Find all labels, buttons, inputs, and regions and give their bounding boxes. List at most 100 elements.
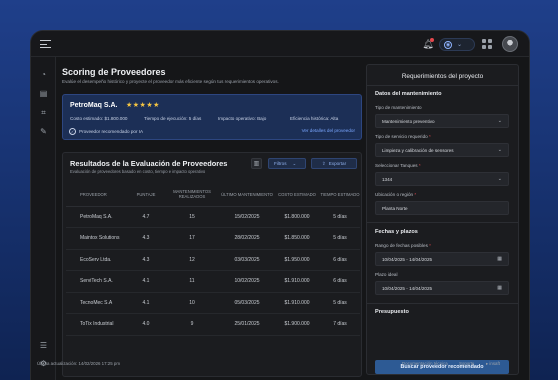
cell-score: 4.0 — [128, 313, 164, 336]
divider — [367, 222, 518, 223]
cell-last-maintenance: 05/03/2025 — [220, 292, 274, 314]
execution-time: Tiempo de ejecución: 5 días — [144, 116, 202, 121]
cell-last-maintenance: 15/02/2025 — [220, 206, 274, 228]
service-type-select[interactable]: Limpieza y calibración de sensores ⌄ — [375, 143, 509, 157]
cell-last-maintenance: 10/02/2025 — [220, 270, 274, 293]
cell-last-maintenance: 28/02/2025 — [220, 227, 274, 250]
cell-supplier: PetroMaq S.A. — [66, 206, 128, 228]
cell-time: 5 días — [320, 206, 360, 228]
chevron-down-icon: ⌄ — [497, 118, 502, 124]
table-header-row: PROVEEDOR PUNTAJE MANTENIMIENTOS REALIZA… — [66, 183, 360, 207]
cell-time: 5 días — [320, 292, 360, 314]
brand-logo: ▸ insaft — [486, 361, 500, 366]
col-header-time[interactable]: TIEMPO ESTIMADO — [320, 183, 360, 207]
cell-maintenances: 17 — [164, 227, 220, 250]
cell-supplier: Maintox Solutions — [66, 227, 128, 250]
ideal-term-label: Plazo ideal — [375, 272, 398, 277]
location-value: Planta Norte — [382, 205, 408, 211]
account-switcher[interactable]: ◉ ⌄ — [439, 38, 475, 51]
ideal-term-input[interactable]: 10/04/2025 - 14/04/2025 ▦ — [375, 281, 509, 295]
col-header-cost[interactable]: COSTO ESTIMADO — [274, 183, 320, 207]
col-header-last-maintenance[interactable]: ÚLTIMO MANTENIMIENTO — [220, 183, 274, 207]
col-header-score[interactable]: PUNTAJE — [128, 183, 164, 207]
cell-supplier: ServiTech S.A. — [66, 270, 128, 293]
cell-maintenances: 15 — [164, 206, 220, 228]
cell-maintenances: 12 — [164, 249, 220, 271]
maintenance-type-label: Tipo de mantenimiento — [375, 105, 422, 110]
calendar-icon[interactable]: ▦ — [497, 256, 502, 262]
cell-time: 6 días — [320, 249, 360, 271]
results-title: Resultados de la Evaluación de Proveedor… — [70, 159, 228, 168]
table-row[interactable]: PetroMaq S.A. 4.7 15 15/02/2025 $1.800.0… — [66, 206, 360, 228]
ai-recommendation-badge: ✓ Proveedor recomendado por IA — [69, 128, 143, 135]
cell-time: 6 días — [320, 270, 360, 293]
location-label: Ubicación o región * — [375, 192, 417, 197]
date-range-label: Rango de fechas posibles * — [375, 243, 431, 248]
cell-cost: $1.900.000 — [274, 313, 320, 336]
filters-button[interactable]: Filtros ⌄ — [268, 158, 306, 169]
recommended-supplier-card: PetroMaq S.A. ★★★★★ Costo estimado: $1.8… — [62, 94, 362, 140]
columns-icon[interactable]: ▥ — [251, 158, 262, 169]
results-subtitle: Evaluación de proveedores basado en cost… — [70, 169, 206, 174]
tank-value: 1344 — [382, 176, 393, 182]
grid-icon[interactable] — [482, 39, 492, 49]
help-icon[interactable]: ☰ — [37, 339, 50, 352]
top-bar: 🔔︎ ◉ ⌄ — [31, 31, 529, 57]
cell-last-maintenance: 03/03/2025 — [220, 249, 274, 271]
cell-score: 4.7 — [128, 206, 164, 228]
map-icon[interactable]: ⌗ — [37, 106, 50, 119]
cell-score: 4.1 — [128, 270, 164, 293]
table-row[interactable]: Maintox Solutions 4.3 17 28/02/2025 $1.8… — [66, 227, 360, 250]
hamburger-icon[interactable] — [40, 40, 51, 49]
export-button[interactable]: ⇪ Exportar — [311, 158, 357, 169]
sidebar: ◔ ▤ ⌗ ✎ ☰ ⚙ — [31, 57, 56, 380]
avatar[interactable] — [502, 36, 518, 52]
bell-icon[interactable]: 🔔︎ — [422, 38, 434, 50]
maintenance-type-select[interactable]: Mantenimiento preventivo ⌄ — [375, 114, 509, 128]
table-row[interactable]: TecnoMec S.A 4.1 10 05/03/2025 $1.910.00… — [66, 292, 360, 314]
cell-maintenances: 11 — [164, 270, 220, 293]
chevron-down-icon: ⌄ — [457, 42, 463, 48]
export-label: Exportar — [328, 161, 347, 166]
technical-docs-link[interactable]: Documentación técnica — [402, 361, 448, 366]
dates-section-title: Fechas y plazos — [375, 229, 418, 235]
supplier-details-link[interactable]: Ver detalles del proveedor — [302, 128, 355, 133]
ideal-term-value: 10/04/2025 - 14/04/2025 — [382, 285, 433, 291]
requirements-panel: Requerimientos del proyecto Datos del ma… — [366, 64, 519, 375]
col-header-supplier[interactable]: PROVEEDOR — [66, 183, 128, 207]
chevron-down-icon: ⌄ — [292, 160, 297, 166]
cell-maintenances: 10 — [164, 292, 220, 314]
cell-last-maintenance: 25/01/2025 — [220, 313, 274, 336]
divider — [367, 85, 518, 86]
chevron-down-icon: ⌄ — [497, 147, 502, 153]
budget-section-title: Presupuesto — [375, 309, 409, 315]
dashboard-icon[interactable]: ◔ — [37, 68, 50, 81]
export-icon: ⇪ — [321, 160, 326, 166]
tank-select[interactable]: 1344 ⌄ — [375, 172, 509, 186]
cell-cost: $1.910.000 — [274, 292, 320, 314]
table-row[interactable]: ServiTech S.A. 4.1 11 10/02/2025 $1.910.… — [66, 270, 360, 293]
account-circle-icon: ◉ — [444, 40, 452, 49]
calendar-icon[interactable]: ▦ — [497, 285, 502, 291]
col-header-maintenances[interactable]: MANTENIMIENTOS REALIZADOS — [164, 183, 220, 207]
filters-label: Filtros — [274, 161, 287, 166]
table-row[interactable]: ToTix Industrial 4.0 9 25/01/2025 $1.900… — [66, 313, 360, 336]
date-range-input[interactable]: 10/04/2025 - 14/04/2025 ▦ — [375, 252, 509, 266]
divider — [367, 303, 518, 304]
cell-score: 4.1 — [128, 292, 164, 314]
cell-cost: $1.800.000 — [274, 206, 320, 228]
cell-time: 7 días — [320, 313, 360, 336]
cell-cost: $1.850.000 — [274, 227, 320, 250]
table-row[interactable]: EcoServ Ltda. 4.3 12 03/03/2025 $1.950.0… — [66, 249, 360, 271]
document-icon[interactable]: ▤ — [37, 87, 50, 100]
cell-supplier: ToTix Industrial — [66, 313, 128, 336]
support-link[interactable]: Soporte — [459, 361, 474, 366]
results-panel: Resultados de la Evaluación de Proveedor… — [62, 152, 362, 377]
cell-supplier: TecnoMec S.A — [66, 292, 128, 314]
chevron-down-icon: ⌄ — [497, 176, 502, 182]
location-input[interactable]: Planta Norte — [375, 201, 509, 215]
notification-dot — [430, 38, 434, 42]
recommended-supplier-name: PetroMaq S.A. — [70, 102, 118, 109]
maintenance-section-title: Datos del mantenimiento — [375, 91, 442, 97]
edit-icon[interactable]: ✎ — [37, 125, 50, 138]
